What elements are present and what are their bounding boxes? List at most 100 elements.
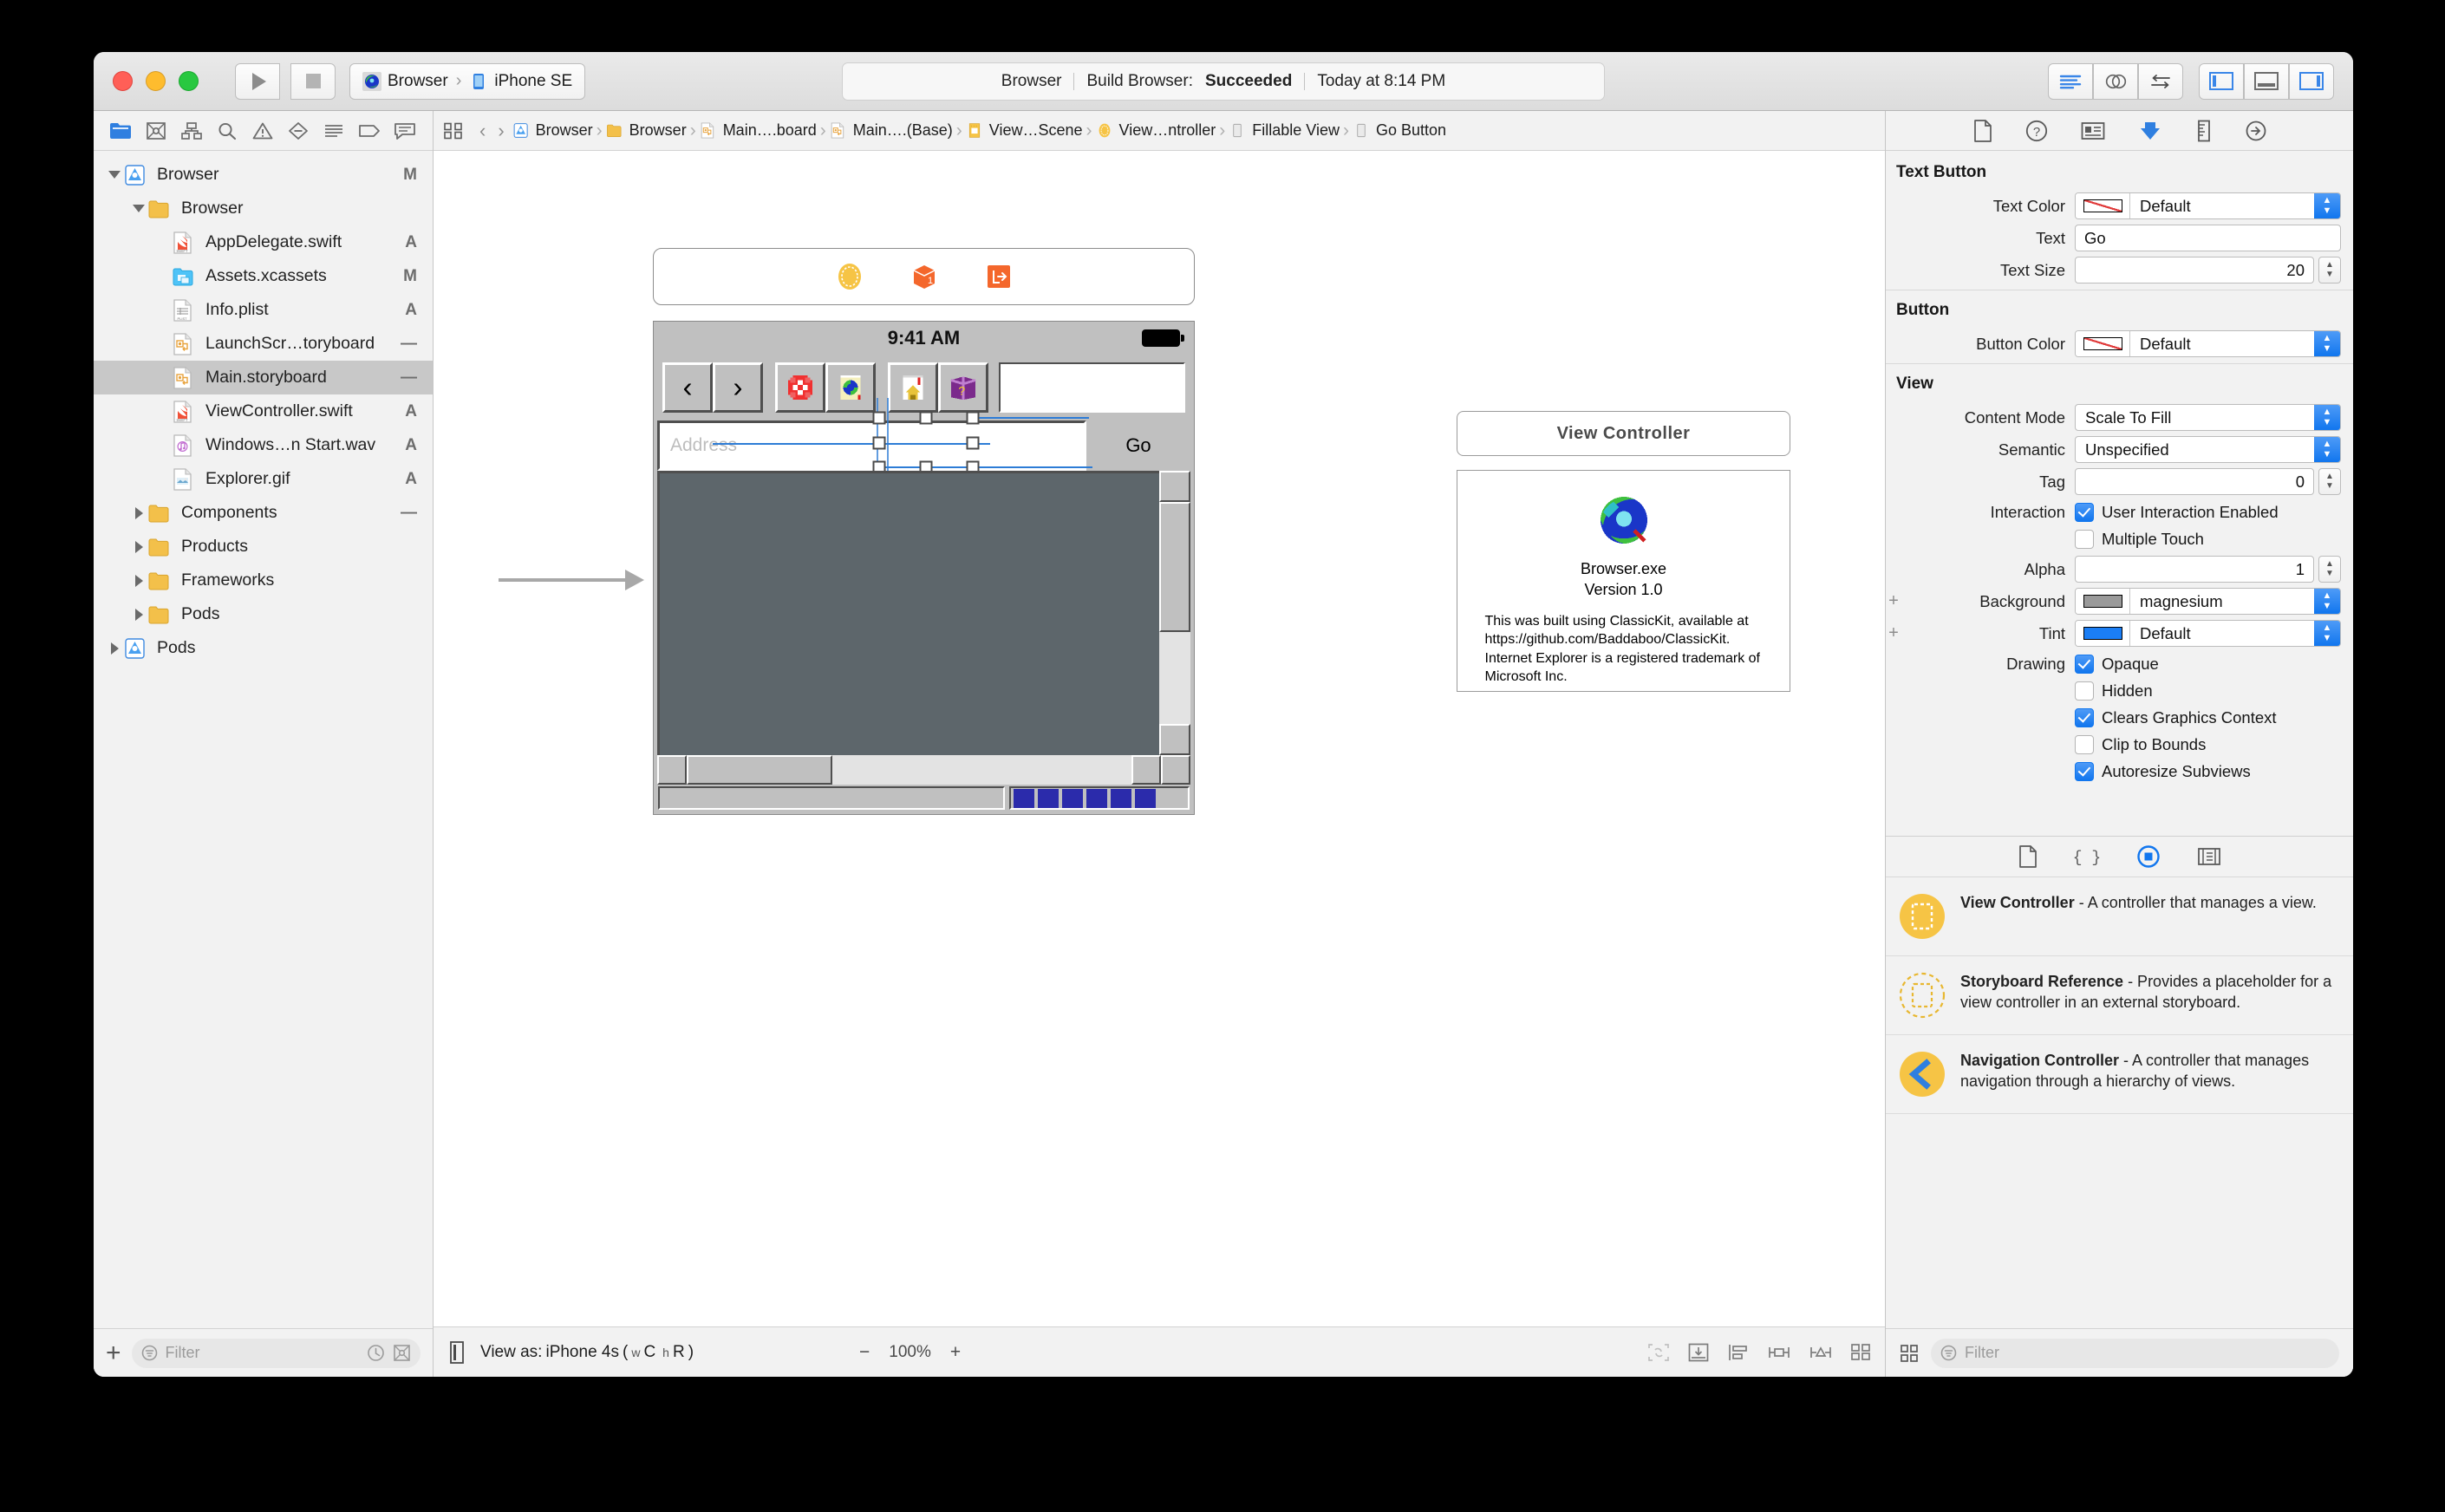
disclosure-triangle-icon[interactable] (130, 506, 147, 519)
disclosure-triangle-icon[interactable] (130, 540, 147, 553)
popup-button[interactable]: Unspecified ▲ ▼ (2075, 436, 2341, 463)
popup-button[interactable]: Scale To Fill ▲ ▼ (2075, 404, 2341, 431)
combo-stepper[interactable]: ▲ ▼ (2314, 331, 2340, 356)
align-icon[interactable] (1727, 1342, 1750, 1363)
popup-button[interactable]: Default ▲ ▼ (2075, 330, 2341, 357)
project-tree-row[interactable]: LaunchScr…toryboard — (94, 327, 433, 361)
about-scene[interactable]: Browser.exe Version 1.0 This was built u… (1457, 470, 1790, 692)
project-tree[interactable]: Browser M Browser SWIFT AppDelegate.swift A As… (94, 151, 433, 1328)
related-items-icon[interactable] (444, 122, 463, 140)
help-button[interactable]: ? (938, 362, 988, 413)
resize-grip[interactable] (1161, 755, 1190, 785)
library-item[interactable]: View Controller - A controller that mana… (1886, 877, 2353, 956)
combo-stepper[interactable]: ▲ ▼ (2314, 405, 2340, 430)
disclosure-triangle-icon[interactable] (130, 574, 147, 587)
issue-navigator-tab[interactable] (244, 115, 280, 147)
library-filter-field[interactable]: Filter (1931, 1338, 2339, 1368)
checkbox[interactable] (2075, 707, 2094, 727)
inspector-toggle-button[interactable] (2289, 62, 2334, 100)
checkbox-row[interactable]: Autoresize Subviews (2075, 758, 2341, 785)
update-frames-icon[interactable] (1647, 1342, 1670, 1363)
combo-stepper[interactable]: ▲ ▼ (2314, 589, 2340, 614)
jumpbar-back-button[interactable]: ‹ (475, 120, 490, 142)
breadcrumb-item[interactable]: Browser (606, 121, 687, 140)
stop-button[interactable] (290, 62, 336, 100)
breadcrumb-item[interactable]: Main….(Base) (830, 121, 953, 140)
horizontal-scroll-thumb[interactable] (687, 755, 832, 785)
object-library-list[interactable]: View Controller - A controller that mana… (1886, 877, 2353, 1328)
refresh-button[interactable] (825, 362, 876, 413)
breadcrumb-item[interactable]: Fillable View (1229, 121, 1340, 140)
close-button[interactable] (113, 71, 133, 91)
checkbox-row[interactable]: User Interaction Enabled (2075, 499, 2341, 525)
number-field[interactable]: 0 (2075, 468, 2314, 495)
view-controller-scene[interactable]: 9:41 AM ‹ › ? Address Go (653, 321, 1195, 815)
checkbox-row[interactable]: Hidden (2075, 677, 2341, 704)
project-tree-row[interactable]: Explorer.gif A (94, 462, 433, 496)
number-field[interactable]: 20 (2075, 257, 2314, 284)
library-grid-toggle-icon[interactable] (1900, 1344, 1919, 1363)
scheme-selector[interactable]: Browser › iPhone SE (349, 62, 586, 100)
color-swatch-well[interactable] (2076, 589, 2130, 614)
checkbox[interactable] (2075, 654, 2094, 674)
value-stepper[interactable]: ▲ ▼ (2318, 257, 2341, 284)
library-grid-icon[interactable] (1850, 1343, 1871, 1362)
project-tree-row[interactable]: Components — (94, 496, 433, 530)
jumpbar-forward-button[interactable]: › (493, 120, 508, 142)
combo-stepper[interactable]: ▲ ▼ (2314, 193, 2340, 218)
number-field[interactable]: 1 (2075, 556, 2314, 583)
identity-inspector-icon[interactable] (2081, 121, 2105, 140)
library-item[interactable]: Storyboard Reference - Provides a placeh… (1886, 956, 2353, 1035)
first-responder-icon[interactable]: 1 (910, 262, 939, 291)
value-stepper[interactable]: ▲ ▼ (2318, 468, 2341, 495)
file-inspector-icon[interactable] (1973, 119, 1992, 142)
project-tree-row[interactable]: SWIFT ViewController.swift A (94, 394, 433, 428)
assistant-editor-button[interactable] (2093, 62, 2138, 100)
stop-button[interactable] (775, 362, 825, 413)
size-inspector-icon[interactable] (2195, 120, 2213, 142)
attributes-inspector-body[interactable]: Text Button Text Color Default ▲ ▼ Text Go Text… (1886, 151, 2353, 836)
project-tree-row[interactable]: PLIST Info.plist A (94, 293, 433, 327)
scroll-left-button[interactable] (657, 755, 687, 785)
breadcrumb-item[interactable]: View…ntroller (1096, 121, 1216, 140)
navigator-toggle-button[interactable] (2199, 62, 2244, 100)
checkbox[interactable] (2075, 529, 2094, 549)
project-tree-row[interactable]: Products (94, 530, 433, 564)
storyboard-canvas[interactable]: 1 9:41 AM ‹ › ? Address Go View Controll… (434, 151, 1885, 1326)
vertical-scrollbar[interactable] (1159, 471, 1190, 755)
breadcrumb-item[interactable]: Browser (512, 121, 593, 140)
popup-button[interactable]: Default ▲ ▼ (2075, 620, 2341, 647)
source-control-filter-icon[interactable] (393, 1344, 411, 1362)
horizontal-scrollbar[interactable] (657, 755, 1190, 785)
resolve-autolayout-icon[interactable] (1809, 1342, 1833, 1363)
disclosure-triangle-icon[interactable] (130, 205, 147, 212)
view-as-control[interactable]: View as: iPhone 4s ( w C h R ) (480, 1343, 694, 1362)
breakpoint-navigator-tab[interactable] (351, 115, 387, 147)
checkbox-row[interactable]: Clears Graphics Context (2075, 704, 2341, 731)
color-swatch-well[interactable] (2076, 331, 2130, 356)
disclosure-triangle-icon[interactable] (130, 608, 147, 621)
value-stepper[interactable]: ▲ ▼ (2318, 556, 2341, 583)
add-variation-button[interactable]: + (1886, 591, 1901, 611)
debug-navigator-tab[interactable] (316, 115, 351, 147)
device-preview-icon[interactable] (447, 1340, 466, 1364)
checkbox[interactable] (2075, 734, 2094, 754)
code-snippet-library-icon[interactable]: { } (2074, 845, 2100, 868)
connections-inspector-icon[interactable] (2246, 121, 2266, 141)
project-tree-row[interactable]: Frameworks (94, 564, 433, 597)
source-control-navigator-tab[interactable] (138, 115, 173, 147)
breadcrumb-item[interactable]: Main….board (700, 121, 817, 140)
go-button[interactable]: Go (1086, 420, 1190, 471)
checkbox[interactable] (2075, 681, 2094, 701)
pin-icon[interactable] (1767, 1342, 1791, 1363)
disclosure-triangle-icon[interactable] (106, 171, 123, 179)
project-tree-row[interactable]: Pods (94, 597, 433, 631)
combo-stepper[interactable]: ▲ ▼ (2314, 437, 2340, 462)
checkbox-row[interactable]: Opaque (2075, 650, 2341, 677)
breadcrumb-item[interactable]: Go Button (1353, 121, 1446, 140)
zoom-out-button[interactable]: − (859, 1342, 870, 1363)
checkbox-row[interactable]: Multiple Touch (2075, 525, 2341, 552)
forward-button[interactable]: › (713, 362, 763, 413)
combo-stepper[interactable]: ▲ ▼ (2314, 621, 2340, 646)
back-button[interactable]: ‹ (662, 362, 713, 413)
